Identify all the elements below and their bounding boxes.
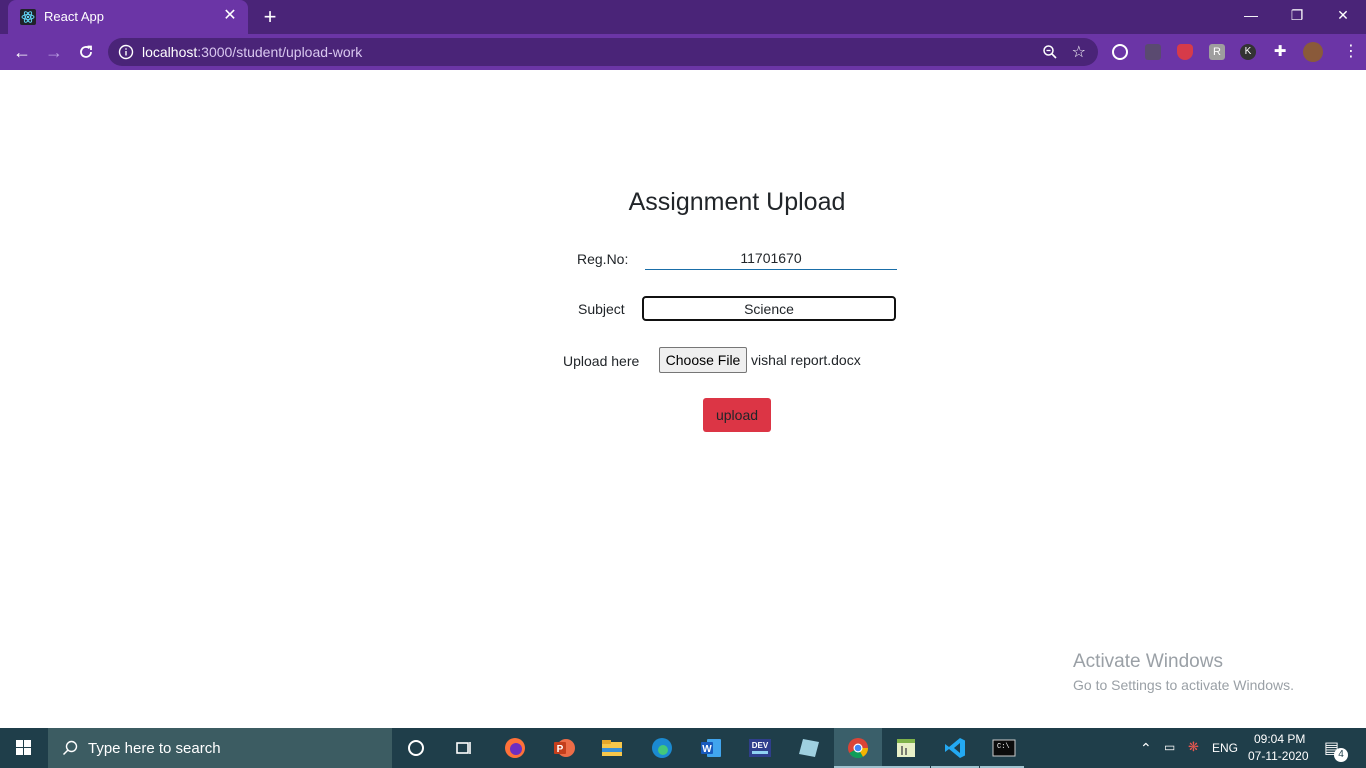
url-path: :3000/student/upload-work [197,44,363,60]
regno-label: Reg.No: [577,251,629,267]
browser-titlebar: React App ✕ + — ❐ ✕ [0,0,1366,34]
browser-toolbar: ← → localhost:3000/student/upload-work ☆… [0,34,1366,70]
url-host: localhost [142,44,198,60]
subject-input[interactable] [642,296,896,321]
bookmark-star-icon[interactable]: ☆ [1072,42,1086,62]
clock-time[interactable]: 09:04 PM [1254,732,1305,746]
url-text[interactable]: localhost:3000/student/upload-work [142,44,362,60]
upload-button[interactable]: upload [703,398,771,432]
subject-label: Subject [578,301,625,317]
shield-extension-icon[interactable] [1177,44,1193,60]
watermark-title: Activate Windows [1073,651,1223,672]
choose-file-button[interactable]: Choose File [659,347,747,373]
back-arrow-icon[interactable]: ← [8,38,36,66]
windows-start-icon[interactable] [0,728,48,768]
file-explorer-icon[interactable] [600,736,624,760]
selected-file-name: vishal report.docx [751,352,861,368]
notification-count-badge: 4 [1334,748,1348,762]
menu-dots-icon[interactable]: ⋮ [1343,44,1359,60]
notes-icon[interactable] [797,736,821,760]
language-indicator[interactable]: ENG [1212,741,1238,755]
grid-extension-icon[interactable] [1145,44,1161,60]
powerpoint-icon[interactable]: P [552,736,576,760]
task-view-icon[interactable] [452,736,476,760]
svg-text:C:\: C:\ [997,743,1010,751]
regno-input[interactable] [645,246,897,270]
chrome-icon[interactable] [846,736,870,760]
firefox-icon[interactable] [503,736,527,760]
forward-arrow-icon[interactable]: → [40,38,68,66]
svg-text:W: W [702,744,712,755]
site-info-icon[interactable] [118,44,134,60]
activate-windows-watermark: Activate Windows Go to Settings to activ… [1073,651,1294,693]
network-app-icon[interactable]: ❋ [1188,739,1199,755]
R-extension-icon[interactable]: R [1209,44,1225,60]
address-bar[interactable]: localhost:3000/student/upload-work ☆ [108,38,1098,66]
search-icon [62,740,78,756]
tab-title: React App [44,9,104,24]
tab-close-icon[interactable]: ✕ [220,6,240,26]
page-content: Assignment Upload Reg.No: Subject Upload… [0,70,1366,728]
restore-button[interactable]: ❐ [1274,0,1320,30]
battery-icon[interactable]: ▭ [1164,740,1175,754]
react-favicon-icon [20,9,36,25]
watermark-subtitle: Go to Settings to activate Windows. [1073,677,1294,693]
page-title: Assignment Upload [628,188,846,216]
dev-cpp-icon[interactable]: DEV [748,736,772,760]
cortana-icon[interactable] [404,736,428,760]
new-tab-button[interactable]: + [258,5,282,29]
svg-text:DEV: DEV [752,741,769,750]
block-icon[interactable] [1112,44,1128,60]
minimize-button[interactable]: — [1228,0,1274,30]
upload-label: Upload here [563,353,640,369]
word-icon[interactable]: W [699,736,723,760]
close-window-button[interactable]: ✕ [1320,0,1366,30]
terminal-icon[interactable]: C:\ [992,736,1016,760]
search-placeholder: Type here to search [88,740,221,757]
browser-tab[interactable]: React App ✕ [8,0,248,34]
editor-icon[interactable] [894,736,918,760]
tray-chevron-up-icon[interactable]: ⌃ [1140,740,1152,757]
K-extension-icon[interactable]: K [1240,44,1256,60]
svg-text:P: P [557,744,564,755]
windows-taskbar: Type here to search P W DEV C:\ ⌃ ▭ ❋ EN… [0,728,1366,768]
puzzle-icon[interactable]: ✚ [1272,44,1288,60]
reload-icon[interactable] [72,38,100,66]
edge-icon[interactable] [650,736,674,760]
clock-date[interactable]: 07-11-2020 [1248,749,1309,763]
zoom-icon[interactable] [1042,44,1058,60]
taskbar-search-box[interactable]: Type here to search [48,728,392,768]
profile-avatar[interactable] [1303,42,1323,62]
vscode-icon[interactable] [943,736,967,760]
